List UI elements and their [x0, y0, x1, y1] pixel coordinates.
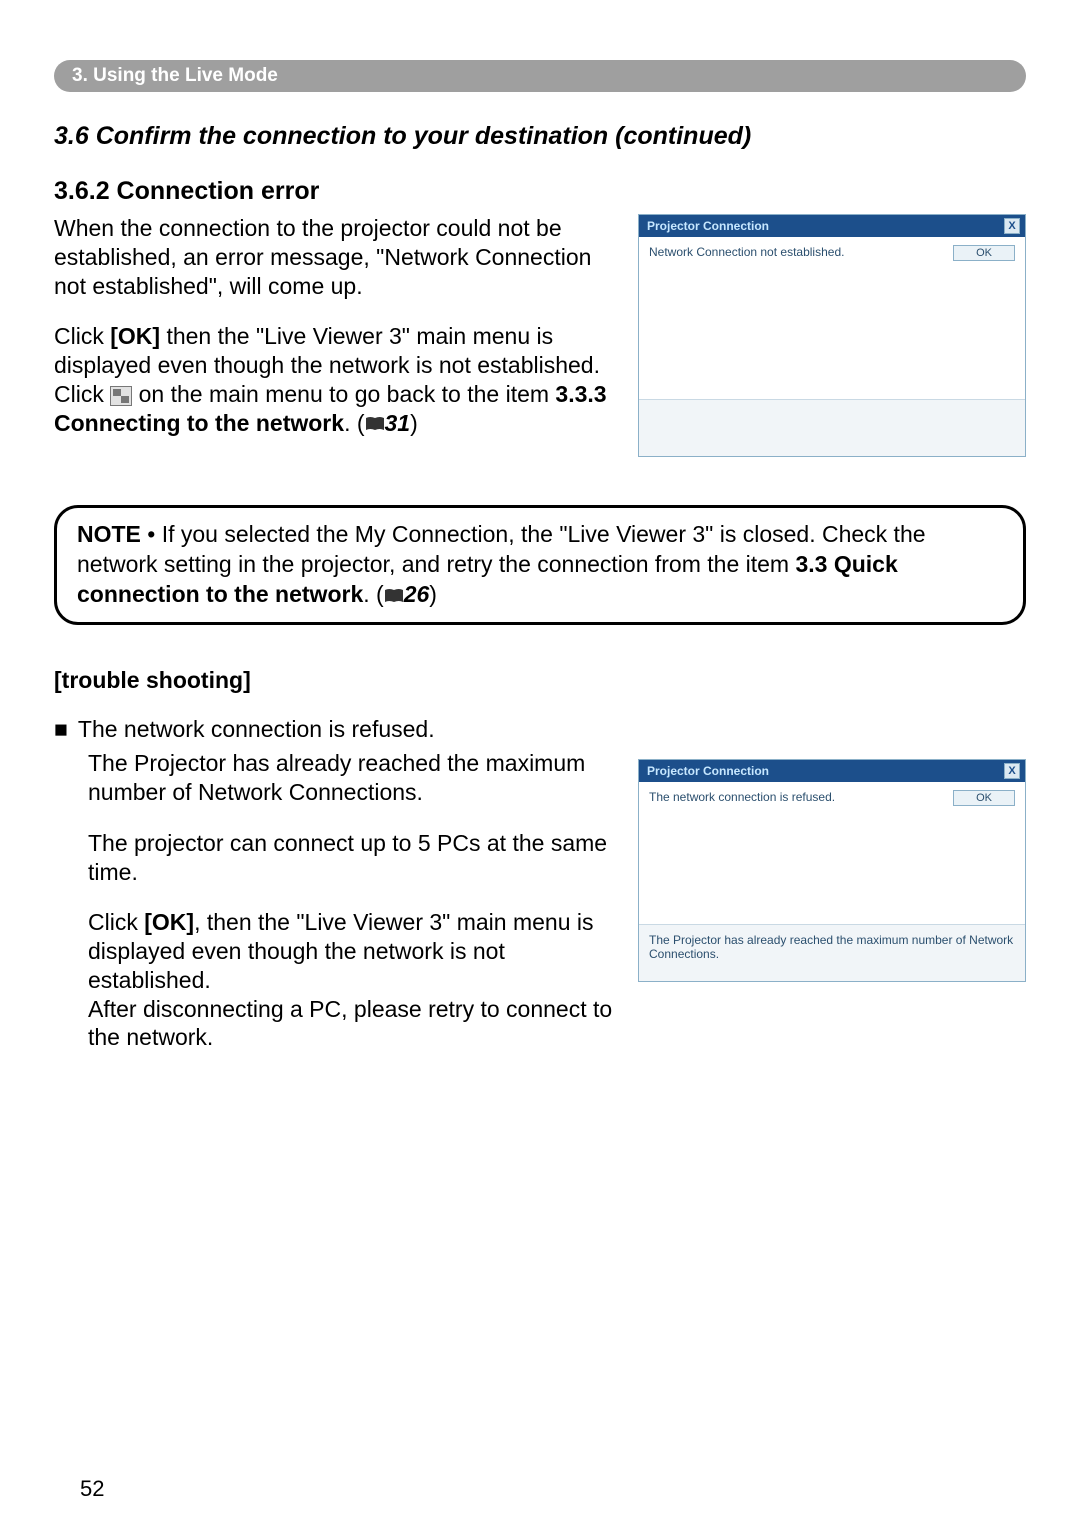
trouble-bullet: The network connection is refused. — [78, 716, 435, 744]
bullet-icon: ■ — [54, 716, 68, 744]
trouble-p1: The Projector has already reached the ma… — [88, 749, 618, 807]
trouble-p4: After disconnecting a PC, please retry t… — [88, 995, 618, 1053]
book-icon — [384, 588, 404, 604]
ok-button[interactable]: OK — [953, 790, 1015, 806]
paragraph-1: When the connection to the projector cou… — [54, 214, 618, 300]
section-title: 3.6 Confirm the connection to your desti… — [54, 122, 1026, 151]
dialog1-title: Projector Connection — [647, 219, 769, 233]
connect-icon — [110, 386, 132, 406]
dialog2-message: The network connection is refused. — [649, 790, 835, 804]
book-icon — [365, 416, 385, 432]
para2-c: on the main menu to go back to the item — [132, 381, 555, 407]
trouble-bullet-row: ■ The network connection is refused. — [54, 716, 1026, 744]
subsection-title: 3.6.2 Connection error — [54, 177, 1026, 206]
dialog2-title: Projector Connection — [647, 764, 769, 778]
chapter-bar: 3. Using the Live Mode — [54, 60, 1026, 92]
dialog2-titlebar: Projector Connection X — [639, 760, 1025, 782]
note-label: NOTE — [77, 521, 141, 547]
trouble-shooting-title: [trouble shooting] — [54, 667, 1026, 694]
para2-e: ) — [410, 410, 418, 436]
note-text-b: . ( — [363, 581, 383, 607]
dialog-connection-error: Projector Connection X Network Connectio… — [638, 214, 1026, 457]
ok-button[interactable]: OK — [953, 245, 1015, 261]
chapter-label: 3. Using the Live Mode — [72, 65, 278, 87]
para2-a: Click — [54, 323, 110, 349]
dialog1-message: Network Connection not established. — [649, 245, 844, 259]
close-icon[interactable]: X — [1004, 218, 1020, 234]
note-box: NOTE • If you selected the My Connection… — [54, 505, 1026, 625]
dialog1-titlebar: Projector Connection X — [639, 215, 1025, 237]
dialog1-footer — [639, 399, 1025, 456]
para2-d: . ( — [344, 410, 364, 436]
paragraph-2: Click [OK] then the "Live Viewer 3" main… — [54, 322, 618, 437]
trouble-p3: Click [OK], then the "Live Viewer 3" mai… — [88, 908, 618, 994]
ok-ref-2: [OK] — [144, 909, 194, 935]
page-number: 52 — [80, 1476, 104, 1502]
dialog-connection-refused: Projector Connection X The network conne… — [638, 759, 1026, 982]
note-text-c: ) — [429, 581, 437, 607]
trouble-p3-a: Click — [88, 909, 144, 935]
close-icon[interactable]: X — [1004, 763, 1020, 779]
ok-ref: [OK] — [110, 323, 160, 349]
trouble-p2: The projector can connect up to 5 PCs at… — [88, 829, 618, 887]
page-ref-26: 26 — [404, 581, 430, 607]
dialog2-footer: The Projector has already reached the ma… — [639, 924, 1025, 981]
page-ref-31: 31 — [385, 410, 411, 436]
